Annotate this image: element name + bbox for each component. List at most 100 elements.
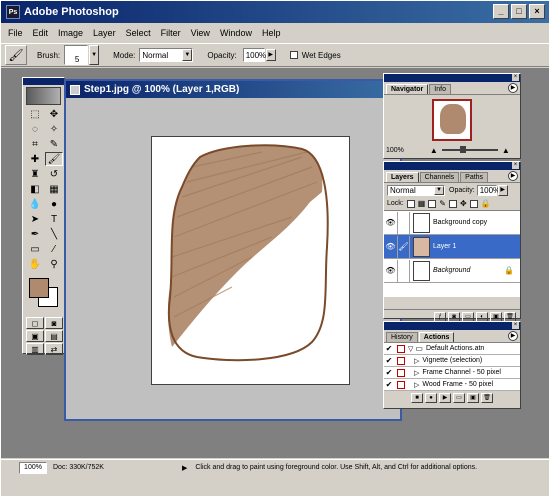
standard-mode-button[interactable]: ◻ <box>26 317 44 329</box>
new-set-button[interactable]: ▭ <box>453 393 465 403</box>
close-icon[interactable]: × <box>512 322 519 329</box>
menu-file[interactable]: File <box>7 28 24 38</box>
layer-opacity-input[interactable]: 100% <box>476 184 500 196</box>
layer-row[interactable]: 👁 Background 🔒 <box>384 259 520 283</box>
lock-image-checkbox[interactable] <box>428 199 437 208</box>
panel-menu-arrow-icon[interactable]: ▶ <box>508 83 518 93</box>
checkmark-icon[interactable]: ✔ <box>384 380 394 390</box>
lasso-tool-icon[interactable]: ◌ <box>26 122 44 136</box>
tab-actions[interactable]: Actions <box>418 332 455 342</box>
menu-help[interactable]: Help <box>261 28 282 38</box>
zoom-tool-icon[interactable]: ⚲ <box>45 257 63 271</box>
tab-channels[interactable]: Channels <box>419 172 460 182</box>
layers-panel-header[interactable]: × <box>384 162 520 170</box>
tab-navigator[interactable]: Navigator <box>386 84 429 94</box>
checkmark-icon[interactable]: ✔ <box>384 356 394 366</box>
menu-image[interactable]: Image <box>57 28 84 38</box>
menu-layer[interactable]: Layer <box>92 28 117 38</box>
menu-view[interactable]: View <box>190 28 211 38</box>
magic-wand-tool-icon[interactable]: ✧ <box>45 122 63 136</box>
quick-mask-mode-button[interactable]: ◙ <box>45 317 63 329</box>
action-row[interactable]: ✔ ▷ Wood Frame - 50 pixel <box>384 379 520 391</box>
layer-row[interactable]: 👁 Background copy <box>384 211 520 235</box>
collapse-arrow-icon[interactable]: ▷ <box>414 357 419 365</box>
zoom-out-icon[interactable]: ▲ <box>430 146 438 155</box>
menu-filter[interactable]: Filter <box>160 28 182 38</box>
tab-info[interactable]: Info <box>429 84 451 94</box>
expand-arrow-icon[interactable]: ▽ <box>408 345 413 353</box>
healing-brush-tool-icon[interactable]: ✚ <box>26 152 44 166</box>
type-tool-icon[interactable]: T <box>45 212 63 226</box>
action-set-row[interactable]: ✔ ▽ ▭ Default Actions.atn <box>384 343 520 355</box>
collapse-arrow-icon[interactable]: ▷ <box>414 369 419 377</box>
action-row[interactable]: ✔ ▷ Vignette (selection) <box>384 355 520 367</box>
checkmark-icon[interactable]: ✔ <box>384 368 394 378</box>
eye-icon[interactable]: 👁 <box>384 259 398 282</box>
brush-size-picker[interactable]: 5 <box>64 45 89 65</box>
brush-tool-icon[interactable]: 🖌 <box>45 152 63 166</box>
clone-stamp-tool-icon[interactable]: ♜ <box>26 167 44 181</box>
move-tool-icon[interactable]: ✥ <box>45 107 63 121</box>
eraser-tool-icon[interactable]: ◧ <box>26 182 44 196</box>
panel-menu-arrow-icon[interactable]: ▶ <box>508 331 518 341</box>
tab-paths[interactable]: Paths <box>460 172 489 182</box>
layer-link-slot[interactable] <box>398 259 410 282</box>
layer-opacity-arrow-icon[interactable]: ▶ <box>497 184 508 196</box>
play-button[interactable]: ▶ <box>439 393 451 403</box>
delete-action-button[interactable]: 🗑 <box>481 393 493 403</box>
close-icon[interactable]: × <box>512 162 519 169</box>
navigator-panel-header[interactable]: × <box>384 74 520 82</box>
layer-link-slot[interactable] <box>398 211 410 234</box>
jump-to-imageready-button[interactable]: ⇄ <box>45 343 63 355</box>
collapse-arrow-icon[interactable]: ▷ <box>414 381 419 389</box>
maximize-button[interactable]: □ <box>511 4 527 19</box>
minimize-button[interactable]: _ <box>493 4 509 19</box>
marquee-tool-icon[interactable]: ⬚ <box>26 107 44 121</box>
brush-tool-preset-icon[interactable]: 🖌 <box>5 45 27 65</box>
tab-layers[interactable]: Layers <box>386 172 419 182</box>
mode-select[interactable]: Normal ▼ <box>139 48 194 62</box>
opacity-arrow-icon[interactable]: ▶ <box>265 49 276 61</box>
full-screen-mode-button[interactable]: ▥ <box>26 343 44 355</box>
menu-edit[interactable]: Edit <box>32 28 50 38</box>
slice-tool-icon[interactable]: ✎ <box>45 137 63 151</box>
toolbox-title-bar[interactable] <box>23 78 64 85</box>
lock-all-checkbox[interactable] <box>469 199 478 208</box>
dialog-toggle-box[interactable] <box>397 380 405 389</box>
document-title-bar[interactable]: Step1.jpg @ 100% (Layer 1,RGB) <box>66 81 400 98</box>
actions-panel-header[interactable]: × <box>384 322 520 330</box>
status-arrow-icon[interactable]: ▶ <box>182 464 187 472</box>
standard-screen-mode-button[interactable]: ▣ <box>26 330 44 342</box>
path-selection-tool-icon[interactable]: ➤ <box>26 212 44 226</box>
eye-icon[interactable]: 👁 <box>384 235 398 258</box>
image-canvas[interactable] <box>151 136 350 385</box>
lock-position-checkbox[interactable] <box>449 199 457 208</box>
brush-dropdown-arrow-icon[interactable]: ▼ <box>89 45 100 65</box>
full-screen-menu-mode-button[interactable]: ▤ <box>45 330 63 342</box>
zoom-slider-thumb[interactable] <box>459 146 466 153</box>
foreground-color-swatch[interactable] <box>29 278 49 298</box>
tab-history[interactable]: History <box>386 332 418 342</box>
status-zoom[interactable]: 100% <box>19 461 47 474</box>
menu-select[interactable]: Select <box>125 28 152 38</box>
line-tool-icon[interactable]: ╲ <box>45 227 63 241</box>
dialog-toggle-box[interactable] <box>397 344 405 353</box>
dodge-tool-icon[interactable]: ● <box>45 197 63 211</box>
wet-edges-checkbox[interactable] <box>289 51 298 59</box>
layer-row-selected[interactable]: 👁 🖌 Layer 1 <box>384 235 520 259</box>
menu-window[interactable]: Window <box>219 28 253 38</box>
gradient-tool-icon[interactable]: ▦ <box>45 182 63 196</box>
eyedropper-tool-icon[interactable]: ⁄ <box>45 242 63 256</box>
checkmark-icon[interactable]: ✔ <box>384 344 394 354</box>
panel-menu-arrow-icon[interactable]: ▶ <box>508 171 518 181</box>
history-brush-tool-icon[interactable]: ↺ <box>45 167 63 181</box>
navigator-zoom[interactable]: 100% <box>386 147 404 154</box>
lock-transparency-checkbox[interactable] <box>406 199 415 208</box>
close-icon[interactable]: × <box>512 74 519 81</box>
dialog-toggle-box[interactable] <box>397 356 405 365</box>
record-button[interactable]: ● <box>425 393 437 403</box>
crop-tool-icon[interactable]: ⌗ <box>26 137 44 151</box>
opacity-input[interactable]: 100% <box>242 48 266 62</box>
zoom-in-icon[interactable]: ▲ <box>502 146 510 155</box>
eye-icon[interactable]: 👁 <box>384 211 398 234</box>
